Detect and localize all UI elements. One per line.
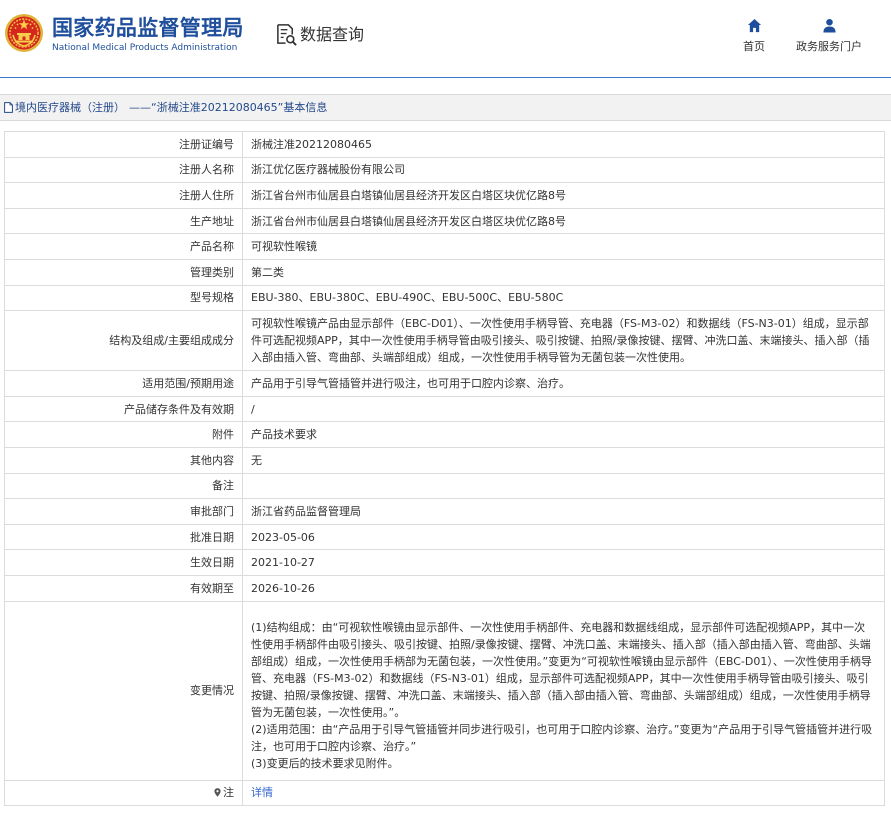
field-label: 审批部门 [4, 498, 243, 525]
field-value: 2026-10-26 [242, 574, 885, 602]
field-value: 产品技术要求 [242, 421, 885, 448]
field-value: 2023-05-06 [242, 523, 885, 551]
detail-link[interactable]: 详情 [251, 786, 273, 799]
field-label: 适用范围/预期用途 [4, 370, 243, 397]
field-value: 浙械注准20212080465 [242, 131, 885, 158]
field-label: 其他内容 [4, 446, 243, 474]
field-label: 产品名称 [4, 233, 243, 260]
row-production-address: 生产地址 浙江省台州市仙居县白塔镇仙居县经济开发区白塔区块优亿路8号 [4, 207, 885, 235]
field-value: 无 [242, 446, 885, 474]
field-value: / [242, 395, 885, 423]
registration-info-table: 注册证编号 浙械注准20212080465 注册人名称 浙江优亿医疗器械股份有限… [4, 131, 885, 806]
site-header: 国家药品监督管理局 National Medical Products Admi… [0, 0, 891, 78]
field-value: 可视软性喉镜 [242, 233, 885, 260]
search-document-icon [277, 24, 297, 46]
row-approval-department: 审批部门 浙江省药品监督管理局 [4, 498, 885, 525]
nav-home-link[interactable]: 首页 [734, 18, 774, 54]
field-value: 可视软性喉镜产品由显示部件（EBC-D01）、一次性使用手柄导管、充电器（FS-… [242, 310, 885, 372]
breadcrumb-title: ——“浙械注准20212080465”基本信息 [129, 101, 328, 114]
data-query-label: 数据查询 [300, 24, 365, 44]
field-label: 型号规格 [4, 284, 243, 312]
field-label: 注册人住所 [4, 182, 243, 209]
breadcrumb-category-link[interactable]: 境内医疗器械（注册） [15, 101, 125, 114]
national-emblem-logo [5, 14, 43, 52]
field-label: 注册人名称 [4, 156, 243, 184]
row-model-spec: 型号规格 EBU-380、EBU-380C、EBU-490C、EBU-500C、… [4, 284, 885, 312]
row-structure-composition: 结构及组成/主要组成成分 可视软性喉镜产品由显示部件（EBC-D01）、一次性使… [4, 310, 885, 372]
row-intended-use: 适用范围/预期用途 产品用于引导气管插管并进行吸注，也可用于口腔内诊察、治疗。 [4, 370, 885, 397]
row-storage-validity: 产品储存条件及有效期 / [4, 395, 885, 423]
field-label: 生产地址 [4, 207, 243, 235]
field-value [242, 472, 885, 500]
row-remarks: 备注 [4, 472, 885, 500]
row-attachment: 附件 产品技术要求 [4, 421, 885, 448]
change-history-value: (1)结构组成：由“可视软性喉镜由显示部件、一次性使用手柄部件、充电器和数据线组… [242, 600, 885, 781]
field-label: 批准日期 [4, 523, 243, 551]
row-change-history: 变更情况 (1)结构组成：由“可视软性喉镜由显示部件、一次性使用手柄部件、充电器… [4, 600, 885, 781]
document-icon [4, 102, 13, 113]
field-label: 管理类别 [4, 258, 243, 286]
field-value: 浙江省台州市仙居县白塔镇仙居县经济开发区白塔区块优亿路8号 [242, 207, 885, 235]
field-value: EBU-380、EBU-380C、EBU-490C、EBU-500C、EBU-5… [242, 284, 885, 312]
breadcrumb: 境内医疗器械（注册） ——“浙械注准20212080465”基本信息 [0, 94, 891, 121]
field-label: 产品储存条件及有效期 [4, 395, 243, 423]
field-label: 变更情况 [4, 600, 243, 781]
row-product-name: 产品名称 可视软性喉镜 [4, 233, 885, 260]
note-label: 注 [223, 786, 234, 799]
row-note: 注 详情 [4, 779, 885, 806]
row-approval-date: 批准日期 2023-05-06 [4, 523, 885, 551]
field-label: 结构及组成/主要组成成分 [4, 310, 243, 372]
field-value: 2021-10-27 [242, 549, 885, 576]
change-paragraph: (3)变更后的技术要求见附件。 [251, 757, 399, 770]
note-value: 详情 [242, 779, 885, 806]
field-value: 浙江省药品监督管理局 [242, 498, 885, 525]
nav-portal-link[interactable]: 政务服务门户 [792, 18, 866, 54]
change-paragraph: (1)结构组成：由“可视软性喉镜由显示部件、一次性使用手柄部件、充电器和数据线组… [251, 621, 872, 719]
change-paragraph: (2)适用范围：由“产品用于引导气管插管并同步进行吸引，也可用于口腔内诊察、治疗… [251, 723, 873, 753]
data-query-link[interactable]: 数据查询 [275, 23, 364, 46]
row-other-content: 其他内容 无 [4, 446, 885, 474]
nav-home-label: 首页 [743, 40, 765, 53]
field-label: 备注 [4, 472, 243, 500]
pin-icon [214, 788, 221, 797]
site-subtitle: National Medical Products Administration [52, 43, 238, 53]
site-title: 国家药品监督管理局 [52, 16, 244, 40]
row-effective-date: 生效日期 2021-10-27 [4, 549, 885, 576]
field-value: 第二类 [242, 258, 885, 286]
row-expiry-date: 有效期至 2026-10-26 [4, 574, 885, 602]
field-value: 产品用于引导气管插管并进行吸注，也可用于口腔内诊察、治疗。 [242, 370, 885, 397]
field-value: 浙江省台州市仙居县白塔镇仙居县经济开发区白塔区块优亿路8号 [242, 182, 885, 209]
field-label: 有效期至 [4, 574, 243, 602]
row-registration-number: 注册证编号 浙械注准20212080465 [4, 131, 885, 158]
field-label: 注册证编号 [4, 131, 243, 158]
row-registrant-address: 注册人住所 浙江省台州市仙居县白塔镇仙居县经济开发区白塔区块优亿路8号 [4, 182, 885, 209]
field-label: 生效日期 [4, 549, 243, 576]
note-label-cell: 注 [4, 779, 243, 806]
breadcrumb-text: 境内医疗器械（注册） ——“浙械注准20212080465”基本信息 [15, 95, 327, 120]
field-label: 附件 [4, 421, 243, 448]
user-icon [822, 18, 836, 33]
nav-portal-label: 政务服务门户 [796, 40, 862, 53]
home-icon [747, 18, 761, 33]
field-value: 浙江优亿医疗器械股份有限公司 [242, 156, 885, 184]
row-registrant-name: 注册人名称 浙江优亿医疗器械股份有限公司 [4, 156, 885, 184]
row-management-category: 管理类别 第二类 [4, 258, 885, 286]
